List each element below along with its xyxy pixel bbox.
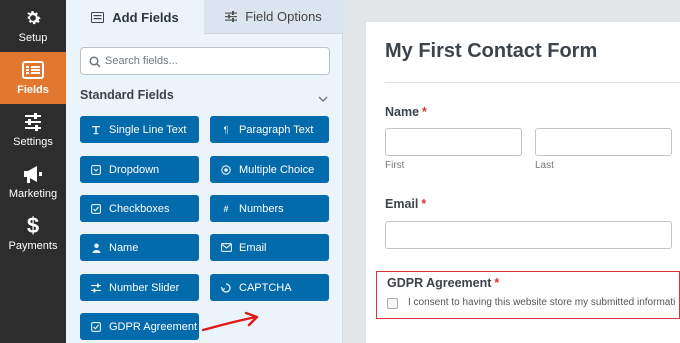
first-sublabel: First	[385, 160, 405, 171]
field-button-label: Dropdown	[109, 163, 160, 176]
sidebar-item-label: Marketing	[8, 188, 58, 200]
required-mark: *	[494, 276, 500, 290]
search-input[interactable]	[105, 52, 323, 70]
field-button-multiple-choice[interactable]: Multiple Choice	[210, 156, 329, 183]
sliders-icon	[90, 282, 102, 294]
gdpr-label-text: GDPR Agreement	[387, 276, 492, 290]
gdpr-checkbox[interactable]	[387, 298, 398, 309]
required-mark: *	[422, 105, 427, 119]
list-icon	[91, 11, 105, 23]
captcha-icon	[220, 282, 232, 294]
field-button-label: Multiple Choice	[239, 163, 315, 176]
sidebar-item-label: Fields	[17, 84, 49, 96]
envelope-icon	[220, 242, 232, 254]
checkbox-icon	[90, 203, 102, 215]
email-input[interactable]	[385, 221, 672, 249]
sidebar-item-fields[interactable]: Fields	[0, 52, 66, 104]
email-label-text: Email	[385, 197, 419, 211]
fields-list-icon	[0, 60, 66, 80]
gdpr-consent-text: I consent to having this website store m…	[408, 297, 676, 308]
field-button-label: Numbers	[239, 202, 284, 215]
field-button-dropdown[interactable]: Dropdown	[80, 156, 199, 183]
field-button-label: Number Slider	[109, 281, 180, 294]
field-button-checkboxes[interactable]: Checkboxes	[80, 195, 199, 222]
name-field-label[interactable]: Name *	[385, 105, 427, 119]
panel-tabs: Add Fields Field Options	[66, 0, 343, 34]
field-button-name[interactable]: Name	[80, 234, 199, 261]
checkbox-icon	[90, 321, 102, 333]
field-button-label: Single Line Text	[109, 123, 187, 136]
form-title: My First Contact Form	[385, 40, 598, 62]
tab-add-fields[interactable]: Add Fields	[66, 0, 204, 34]
field-button-captcha[interactable]: CAPTCHA	[210, 274, 329, 301]
hash-icon: #	[223, 203, 229, 214]
field-button-gdpr-agreement[interactable]: GDPR Agreement	[80, 313, 199, 340]
field-button-label: Checkboxes	[109, 202, 170, 215]
sidebar-item-label: Payments	[8, 240, 58, 252]
sidebar-item-payments[interactable]: $ Payments	[0, 208, 66, 260]
form-preview: My First Contact Form Name * First Last E…	[366, 22, 680, 343]
sliders-icon	[225, 11, 238, 22]
gdpr-field-selected[interactable]: GDPR Agreement * I consent to having this…	[376, 271, 680, 319]
tab-label: Field Options	[245, 9, 322, 24]
sidebar-item-label: Setup	[18, 32, 48, 44]
sidebar-item-marketing[interactable]: Marketing	[0, 156, 66, 208]
search-field	[80, 47, 330, 75]
fields-panel: Add Fields Field Options Standard Fields…	[66, 0, 343, 343]
first-name-input[interactable]	[385, 128, 522, 156]
canvas-gutter	[343, 0, 366, 343]
paragraph-icon: ¶	[223, 124, 229, 135]
name-label-text: Name	[385, 105, 420, 119]
sidebar-item-label: Settings	[13, 136, 53, 148]
required-mark: *	[421, 197, 427, 211]
builder-sidebar: Setup Fields Settings Marketing $ Paymen…	[0, 0, 66, 343]
dropdown-icon	[90, 164, 102, 176]
gdpr-field-label: GDPR Agreement *	[387, 276, 499, 290]
title-divider	[385, 82, 680, 83]
field-button-label: Paragraph Text	[239, 123, 314, 136]
tab-label: Add Fields	[112, 9, 179, 25]
field-button-single-line-text[interactable]: Single Line Text	[80, 116, 199, 143]
search-icon	[89, 55, 101, 73]
email-field-label[interactable]: Email *	[385, 197, 426, 211]
field-button-email[interactable]: Email	[210, 234, 329, 261]
field-button-label: Name	[109, 241, 139, 254]
sidebar-item-settings[interactable]: Settings	[0, 104, 66, 156]
field-button-label: GDPR Agreement	[109, 320, 198, 333]
dollar-icon: $	[26, 213, 40, 238]
text-cursor-icon	[90, 124, 102, 136]
canvas-top-gutter	[366, 0, 680, 22]
gear-icon	[0, 8, 66, 28]
last-sublabel: Last	[535, 160, 554, 171]
field-button-number-slider[interactable]: Number Slider	[80, 274, 199, 301]
chevron-down-icon[interactable]	[318, 90, 328, 108]
field-button-numbers[interactable]: # Numbers	[210, 195, 329, 222]
sidebar-item-setup[interactable]: Setup	[0, 0, 66, 52]
last-name-input[interactable]	[535, 128, 672, 156]
field-button-label: CAPTCHA	[239, 281, 292, 294]
section-title: Standard Fields	[80, 88, 174, 102]
annotation-arrow-icon	[200, 310, 260, 339]
megaphone-icon	[0, 164, 66, 184]
field-button-paragraph-text[interactable]: ¶ Paragraph Text	[210, 116, 329, 143]
field-button-label: Email	[239, 241, 267, 254]
tab-field-options[interactable]: Field Options	[204, 0, 343, 34]
sliders-icon	[0, 112, 66, 132]
radio-icon	[220, 164, 232, 176]
user-icon	[90, 242, 102, 254]
